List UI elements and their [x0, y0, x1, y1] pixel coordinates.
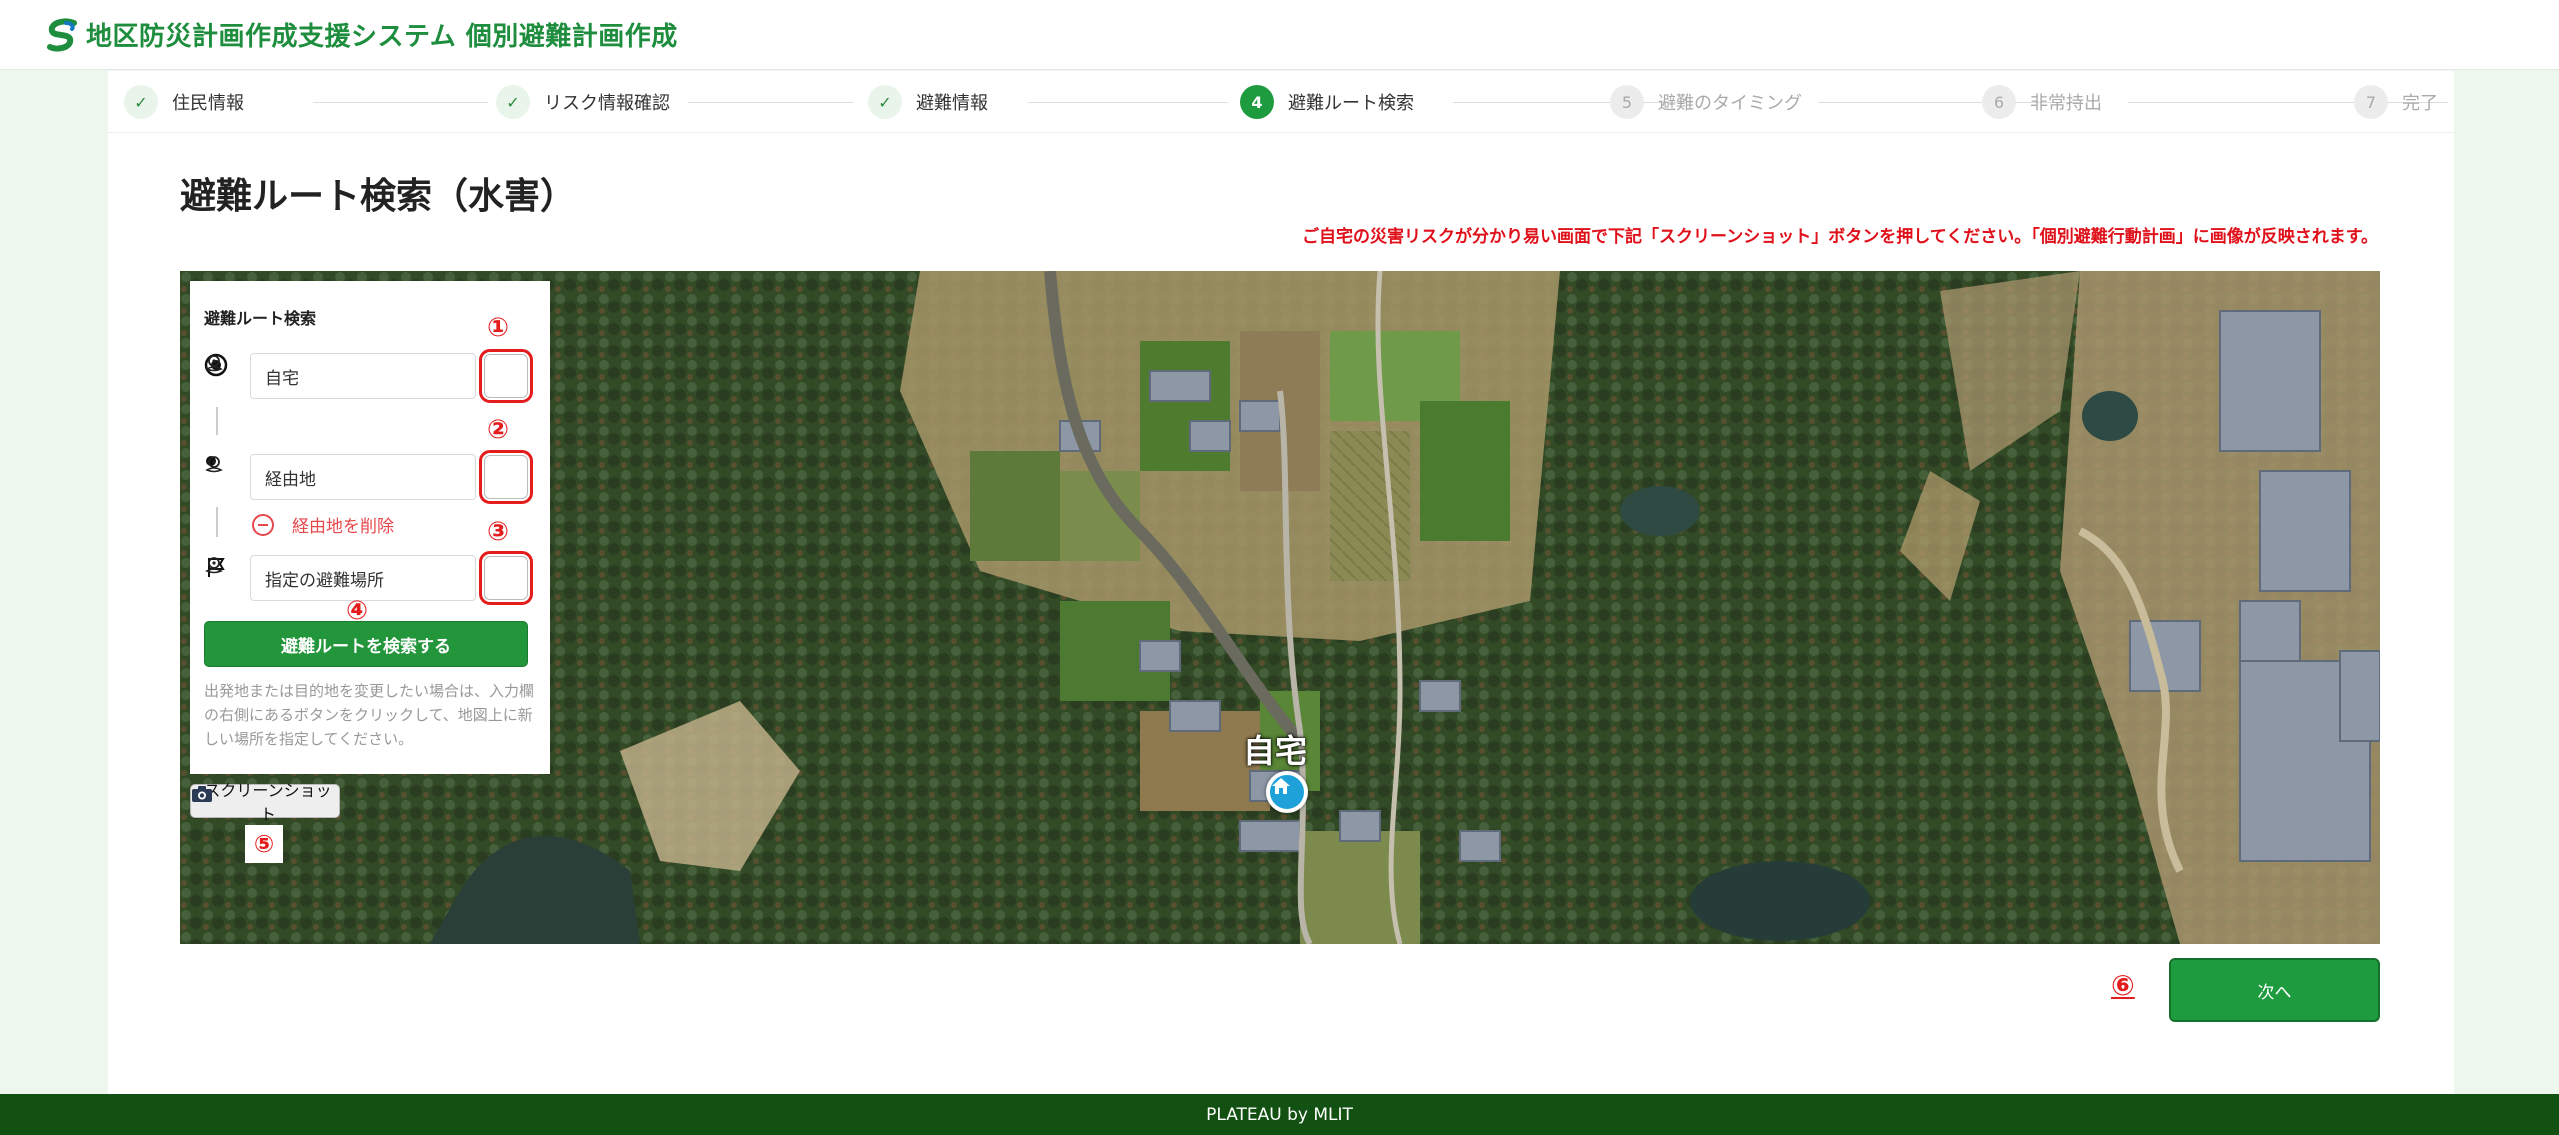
waypoint-row: [204, 450, 538, 504]
route-panel-title: 避難ルート検索: [204, 309, 317, 328]
progress-stepper: ✓ 住民情報 ✓ リスク情報確認 ✓ 避難情報 4 避難ルート検索 5 避難のタ…: [108, 71, 2454, 133]
step-label: 避難ルート検索: [1288, 93, 1414, 114]
step-timing: 5 避難のタイミング: [1610, 83, 1802, 121]
route-search-panel: 避難ルート検索 ① ②: [190, 281, 550, 774]
step-label: 非常持出: [2030, 93, 2102, 114]
route-connector: [216, 507, 218, 537]
footer-credit: PLATEAU by MLIT: [1206, 1104, 1353, 1125]
app-header: 地区防災計画作成支援システム 個別避難計画作成: [0, 0, 2559, 70]
annotation-marker-1: ①: [487, 313, 510, 343]
step-complete: 7 完了: [2354, 83, 2438, 121]
page-title: 避難ルート検索（水害）: [180, 176, 577, 217]
step-label: 住民情報: [172, 93, 244, 114]
app-title: 地区防災計画作成支援システム 個別避難計画作成: [86, 22, 678, 52]
home-pin-icon[interactable]: [1266, 771, 1308, 813]
annotation-marker-6: ⑥: [2111, 969, 2135, 1002]
map-pin-icon: [205, 355, 223, 372]
destination-input[interactable]: [250, 555, 476, 601]
step-number: 7: [2354, 85, 2388, 119]
annotation-marker-5: ⑤: [245, 825, 283, 863]
home-map-label: 自宅: [1243, 732, 1308, 770]
screenshot-button[interactable]: スクリーンショット: [190, 781, 340, 824]
app-logo-icon: [47, 17, 77, 52]
screenshot-notice: ご自宅の災害リスクが分かり易い画面で下記「スクリーンショット」ボタンを押してくだ…: [1302, 227, 2378, 247]
step-number: 5: [1610, 85, 1644, 119]
origin-pick-location-button[interactable]: [205, 349, 533, 403]
check-icon: ✓: [868, 85, 902, 119]
step-label: リスク情報確認: [544, 93, 670, 114]
route-help-text: 出発地または目的地を変更したい場合は、入力欄の右側にあるボタンをクリックして、地…: [204, 682, 535, 748]
satellite-map[interactable]: 自宅 避難ルート検索 ① 自宅 ② 経由地 経由地を削除 ③ 指定の避難場所 ④…: [180, 271, 2380, 944]
check-icon: ✓: [124, 85, 158, 119]
destination-pick-location-button[interactable]: [205, 551, 533, 605]
check-icon: ✓: [496, 85, 530, 119]
map-pin-icon: [205, 557, 223, 574]
annotation-marker-2: ②: [487, 415, 510, 445]
origin-row: [204, 349, 538, 403]
step-resident-info: ✓ 住民情報: [124, 83, 244, 121]
route-connector: [216, 407, 218, 435]
remove-waypoint-label: 経由地を削除: [292, 517, 394, 537]
next-button[interactable]: 次へ: [2169, 958, 2380, 1022]
step-number: 6: [1982, 85, 2016, 119]
main-content: 避難ルート検索（水害） ご自宅の災害リスクが分かり易い画面で下記「スクリーンショ…: [108, 133, 2454, 1095]
waypoint-input[interactable]: [250, 454, 476, 500]
origin-input[interactable]: [250, 353, 476, 399]
step-route-search: 4 避難ルート検索: [1240, 83, 1414, 121]
step-label: 完了: [2402, 93, 2438, 114]
search-route-button[interactable]: 避難ルートを検索する: [204, 621, 528, 667]
remove-waypoint-button[interactable]: 経由地を削除: [252, 512, 394, 537]
camera-icon: [192, 786, 212, 802]
step-connector: [1028, 102, 1228, 103]
step-emergency-kit: 6 非常持出: [1982, 83, 2102, 121]
step-risk-info: ✓ リスク情報確認: [496, 83, 670, 121]
map-pin-icon: [205, 456, 223, 473]
step-connector: [688, 102, 853, 103]
footer: PLATEAU by MLIT: [0, 1094, 2559, 1135]
destination-row: [204, 551, 538, 605]
step-label: 避難のタイミング: [1658, 93, 1802, 114]
house-icon: [1272, 778, 1290, 794]
minus-circle-icon: [252, 513, 274, 536]
step-number: 4: [1240, 85, 1274, 119]
waypoint-pick-location-button[interactable]: [205, 450, 533, 504]
step-connector: [313, 102, 488, 103]
annotation-marker-3: ③: [487, 517, 510, 547]
step-label: 避難情報: [916, 93, 988, 114]
step-evacuation-info: ✓ 避難情報: [868, 83, 988, 121]
screenshot-button-label: スクリーンショット: [204, 781, 332, 824]
